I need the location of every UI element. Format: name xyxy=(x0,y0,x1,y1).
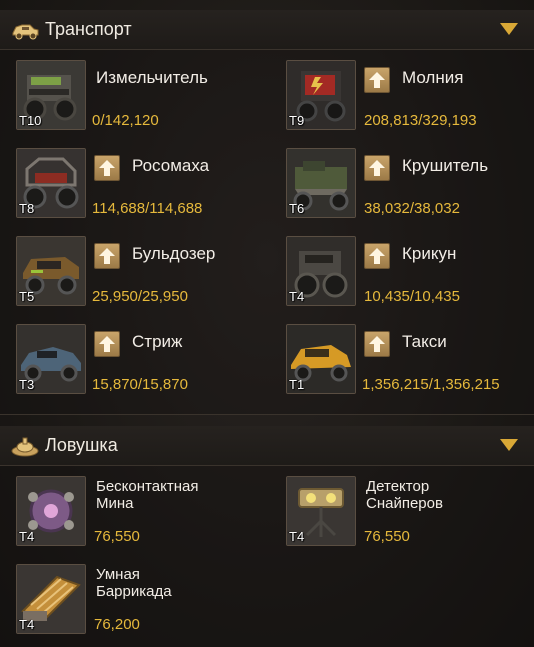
tier-label: T9 xyxy=(289,113,305,128)
upgrade-button[interactable] xyxy=(94,155,120,181)
unit-item-lightning[interactable]: T9 Молния 208,813/329,193 xyxy=(286,60,531,138)
unit-count: 208,813/329,193 xyxy=(364,112,477,129)
unit-count: 114,688/114,688 xyxy=(92,200,203,217)
arrow-up-icon xyxy=(99,248,115,264)
unit-count: 25,950/25,950 xyxy=(92,288,188,305)
unit-name: Молния xyxy=(402,68,464,87)
arrow-up-icon xyxy=(369,248,385,264)
transport-panel: T10 Измельчитель 0/142,120 T9 Молния 208… xyxy=(0,50,534,414)
vehicle-thumbnail[interactable]: T8 xyxy=(16,148,86,218)
trap-section-header[interactable]: Ловушка xyxy=(0,426,534,466)
vehicle-thumbnail[interactable]: T10 xyxy=(16,60,86,130)
unit-count: 1,356,215/1,356,215 xyxy=(362,376,500,393)
trap-count: 76,550 xyxy=(94,528,140,545)
unit-count: 0/142,120 xyxy=(92,112,159,129)
trap-thumbnail[interactable]: T4 xyxy=(16,476,86,546)
tier-label: T4 xyxy=(289,289,305,304)
unit-name: Крушитель xyxy=(402,156,489,175)
unit-item-swift[interactable]: T3 Стриж 15,870/15,870 xyxy=(16,324,266,402)
tier-label: T8 xyxy=(19,201,35,216)
unit-item-shredder[interactable]: T10 Измельчитель 0/142,120 xyxy=(16,60,266,138)
transport-section-header[interactable]: Транспорт xyxy=(0,10,534,50)
unit-item-wolverine[interactable]: T8 Росомаха 114,688/114,688 xyxy=(16,148,266,226)
unit-count: 10,435/10,435 xyxy=(364,288,460,305)
unit-name: Такси xyxy=(402,332,447,351)
upgrade-button[interactable] xyxy=(364,331,390,357)
trap-panel: T4 Бесконтактная Мина 76,550 T4 Детектор… xyxy=(0,466,534,647)
landmine-icon xyxy=(11,437,39,457)
trap-count: 76,550 xyxy=(364,528,410,545)
transport-title: Транспорт xyxy=(45,19,132,39)
chevron-down-icon[interactable] xyxy=(500,439,518,451)
unit-item-bulldozer[interactable]: T5 Бульдозер 25,950/25,950 xyxy=(16,236,266,314)
upgrade-button[interactable] xyxy=(94,331,120,357)
upgrade-button[interactable] xyxy=(364,155,390,181)
tier-label: T4 xyxy=(19,529,35,544)
arrow-up-icon xyxy=(99,336,115,352)
tier-label: T4 xyxy=(289,529,305,544)
trap-item-smart-barricade[interactable]: T4 Умная Баррикада 76,200 xyxy=(16,564,266,642)
tier-label: T4 xyxy=(19,617,35,632)
unit-name: Бульдозер xyxy=(132,244,216,263)
vehicle-thumbnail[interactable]: T6 xyxy=(286,148,356,218)
tier-label: T10 xyxy=(19,113,42,128)
unit-item-screamer[interactable]: T4 Крикун 10,435/10,435 xyxy=(286,236,531,314)
vehicle-thumbnail[interactable]: T5 xyxy=(16,236,86,306)
vehicle-thumbnail[interactable]: T9 xyxy=(286,60,356,130)
tier-label: T5 xyxy=(19,289,35,304)
arrow-up-icon xyxy=(369,160,385,176)
trap-name: Детектор Снайперов xyxy=(366,478,443,512)
trap-thumbnail[interactable]: T4 xyxy=(16,564,86,634)
arrow-up-icon xyxy=(369,336,385,352)
unit-count: 38,032/38,032 xyxy=(364,200,460,217)
tier-label: T6 xyxy=(289,201,305,216)
upgrade-button[interactable] xyxy=(94,243,120,269)
trap-thumbnail[interactable]: T4 xyxy=(286,476,356,546)
vehicle-thumbnail[interactable]: T4 xyxy=(286,236,356,306)
upgrade-button[interactable] xyxy=(364,67,390,93)
trap-name: Бесконтактная Мина xyxy=(96,478,199,512)
upgrade-button[interactable] xyxy=(364,243,390,269)
unit-name: Росомаха xyxy=(132,156,210,175)
unit-name: Крикун xyxy=(402,244,457,263)
vehicle-thumbnail[interactable]: T3 xyxy=(16,324,86,394)
car-icon xyxy=(12,24,39,40)
arrow-up-icon xyxy=(99,160,115,176)
trap-item-sniper-detector[interactable]: T4 Детектор Снайперов 76,550 xyxy=(286,476,531,554)
unit-name: Измельчитель xyxy=(96,68,208,87)
section-divider xyxy=(0,414,534,415)
unit-item-crusher[interactable]: T6 Крушитель 38,032/38,032 xyxy=(286,148,531,226)
tier-label: T3 xyxy=(19,377,35,392)
chevron-down-icon[interactable] xyxy=(500,23,518,35)
unit-name: Стриж xyxy=(132,332,183,351)
tier-label: T1 xyxy=(289,377,305,392)
trap-name: Умная Баррикада xyxy=(96,566,172,600)
unit-item-taxi[interactable]: T1 Такси 1,356,215/1,356,215 xyxy=(286,324,531,402)
trap-count: 76,200 xyxy=(94,616,140,633)
trap-title: Ловушка xyxy=(45,435,118,455)
arrow-up-icon xyxy=(369,72,385,88)
unit-count: 15,870/15,870 xyxy=(92,376,188,393)
vehicle-thumbnail[interactable]: T1 xyxy=(286,324,356,394)
trap-item-proximity-mine[interactable]: T4 Бесконтактная Мина 76,550 xyxy=(16,476,266,554)
